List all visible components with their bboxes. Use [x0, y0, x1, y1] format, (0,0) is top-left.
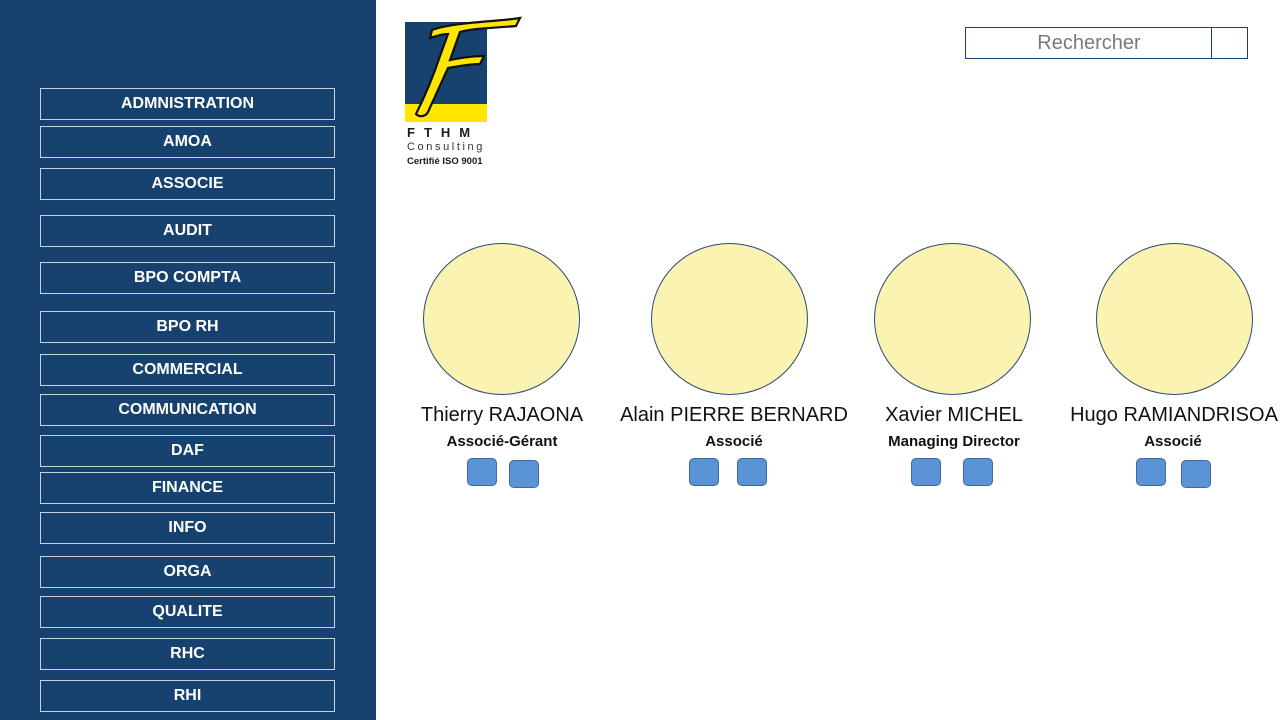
person-card: Hugo RAMIANDRISOA Associé	[1053, 243, 1280, 503]
action-button-2[interactable]	[737, 458, 767, 486]
sidebar-item-associe[interactable]: ASSOCIE	[40, 168, 335, 200]
action-button-2[interactable]	[509, 460, 539, 488]
logo-line3: Certifié ISO 9001	[407, 156, 483, 167]
action-button-1[interactable]	[689, 458, 719, 486]
sidebar-item-rhc[interactable]: RHC	[40, 638, 335, 670]
avatar[interactable]	[874, 243, 1031, 395]
sidebar-item-qualite[interactable]: QUALITE	[40, 596, 335, 628]
logo-line1: FTHM	[407, 125, 480, 140]
action-button-1[interactable]	[467, 458, 497, 486]
sidebar-item-daf[interactable]: DAF	[40, 435, 335, 467]
company-logo: FTHM Consulting Certifié ISO 9001	[404, 16, 524, 172]
sidebar-item-rhi[interactable]: RHI	[40, 680, 335, 712]
person-role: Associé-Gérant	[446, 433, 558, 450]
search-input[interactable]	[965, 27, 1212, 59]
sidebar-item-bpo-rh[interactable]: BPO RH	[40, 311, 335, 343]
search-button[interactable]	[1211, 27, 1248, 59]
sidebar-item-administration[interactable]: ADMNISTRATION	[40, 88, 335, 120]
person-card: Xavier MICHEL Managing Director	[834, 243, 1074, 503]
sidebar-item-finance[interactable]: FINANCE	[40, 472, 335, 504]
sidebar-item-commercial[interactable]: COMMERCIAL	[40, 354, 335, 386]
sidebar-item-amoa[interactable]: AMOA	[40, 126, 335, 158]
action-button-1[interactable]	[911, 458, 941, 486]
avatar[interactable]	[651, 243, 808, 395]
person-role: Associé	[1144, 433, 1202, 450]
person-card: Alain PIERRE BERNARD Associé	[614, 243, 854, 503]
logo-line2: Consulting	[407, 141, 485, 153]
action-button-2[interactable]	[963, 458, 993, 486]
avatar[interactable]	[423, 243, 580, 395]
logo-f-mark	[414, 16, 522, 118]
sidebar-item-bpo-compta[interactable]: BPO COMPTA	[40, 262, 335, 294]
action-button-1[interactable]	[1136, 458, 1166, 486]
person-name: Hugo RAMIANDRISOA	[1070, 404, 1278, 426]
action-button-2[interactable]	[1181, 460, 1211, 488]
sidebar-item-orga[interactable]: ORGA	[40, 556, 335, 588]
person-role: Associé	[705, 433, 763, 450]
avatar[interactable]	[1096, 243, 1253, 395]
person-name: Xavier MICHEL	[885, 404, 1023, 426]
sidebar-item-audit[interactable]: AUDIT	[40, 215, 335, 247]
sidebar: ADMNISTRATION AMOA ASSOCIE AUDIT BPO COM…	[0, 0, 376, 720]
sidebar-item-info[interactable]: INFO	[40, 512, 335, 544]
person-role: Managing Director	[888, 433, 1020, 450]
person-card: Thierry RAJAONA Associé-Gérant	[382, 243, 622, 503]
sidebar-item-communication[interactable]: COMMUNICATION	[40, 394, 335, 426]
person-name: Alain PIERRE BERNARD	[620, 404, 848, 426]
person-name: Thierry RAJAONA	[420, 404, 584, 426]
